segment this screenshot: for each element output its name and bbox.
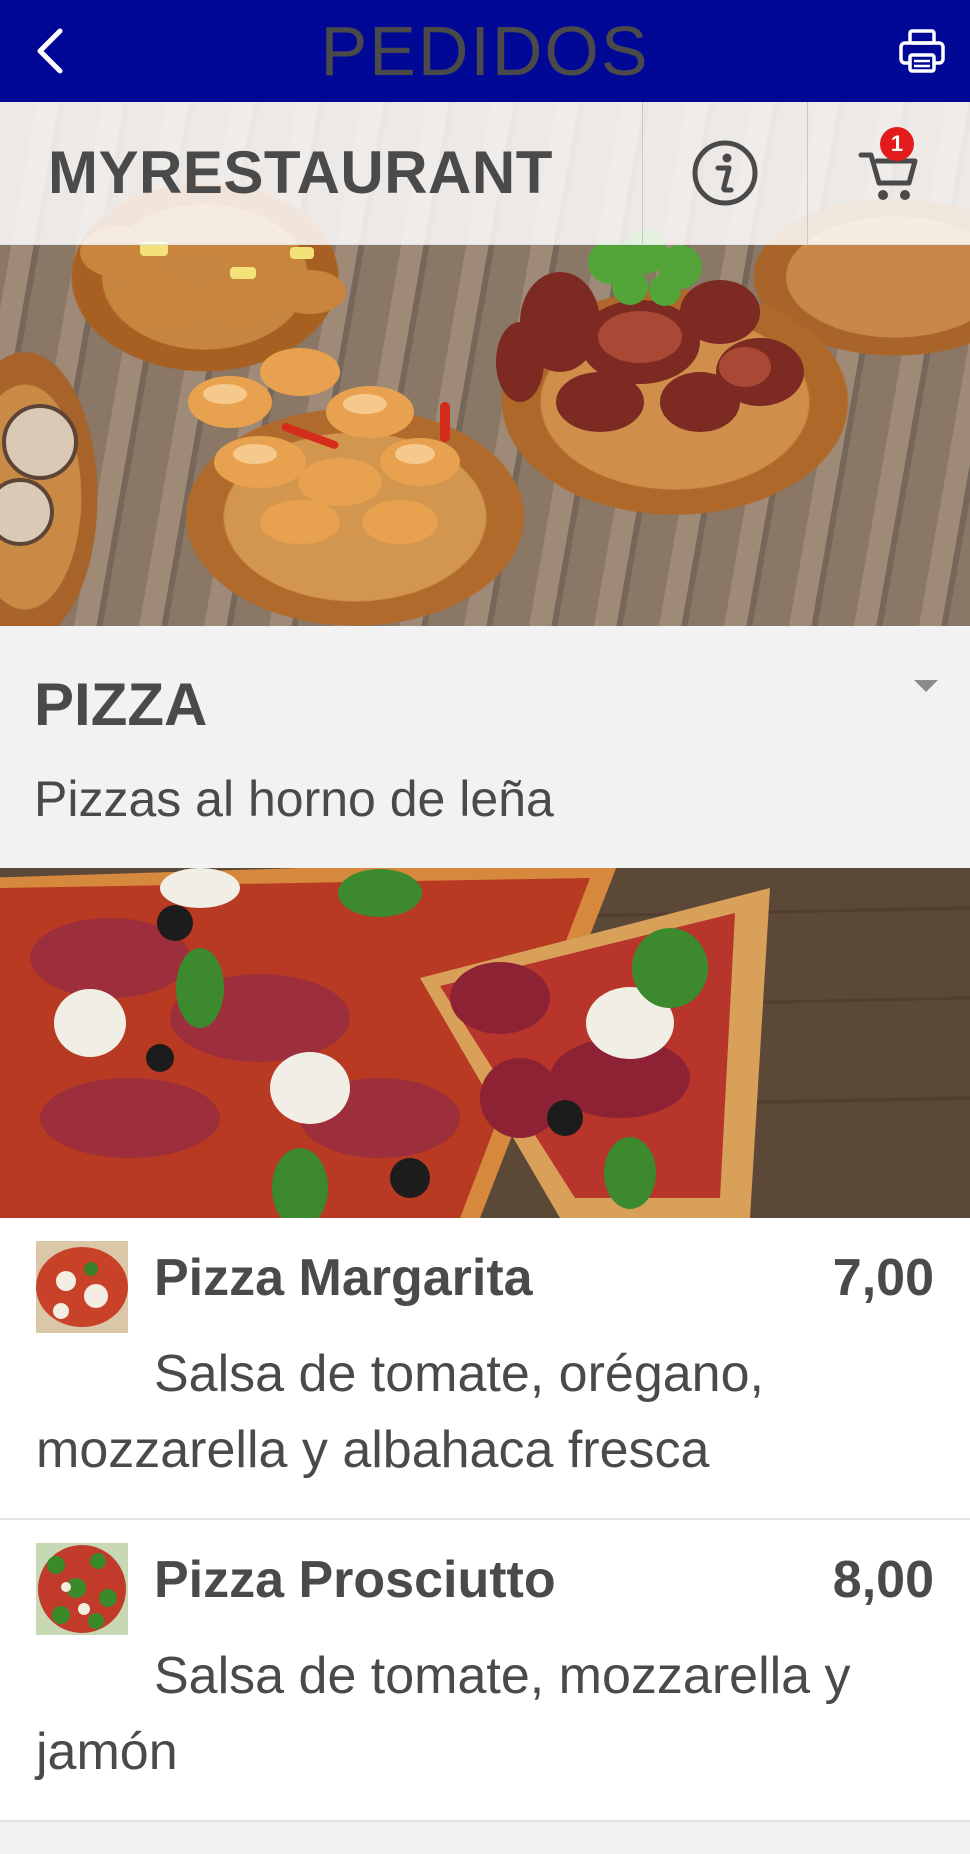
menu-item-price: 8,00	[832, 1551, 934, 1609]
menu-item-name: Pizza Prosciutto	[154, 1551, 556, 1609]
menu-item-description: Salsa de tomate, mozzarella y jamón	[36, 1647, 851, 1781]
menu-item-thumbnail	[36, 1543, 128, 1635]
pizza-illustration	[0, 868, 970, 1218]
menu-item-thumbnail	[36, 1241, 128, 1333]
category-banner-image	[0, 868, 970, 1218]
category-title: PIZZA	[34, 671, 208, 738]
menu-item-name: Pizza Margarita	[154, 1249, 533, 1307]
print-button[interactable]	[890, 18, 954, 84]
restaurant-name: MYRESTAURANT	[48, 139, 553, 206]
printer-icon	[899, 29, 945, 73]
menu-item[interactable]: Pizza Prosciutto 8,00 Salsa de tomate, m…	[0, 1520, 970, 1822]
cart-button[interactable]	[808, 102, 970, 244]
caret-down-icon[interactable]	[914, 680, 938, 692]
category-header[interactable]	[0, 626, 970, 868]
menu-item-description: Salsa de tomate, orégano, mozzarella y a…	[36, 1345, 764, 1479]
page-title: PEDIDOS	[320, 12, 650, 90]
info-button[interactable]	[643, 102, 807, 244]
info-icon	[692, 140, 758, 206]
menu-item-price: 7,00	[832, 1249, 934, 1307]
menu-item[interactable]: Pizza Margarita 7,00 Salsa de tomate, or…	[0, 1218, 970, 1520]
cart-count-badge: 1	[880, 127, 914, 161]
category-subtitle: Pizzas al horno de leña	[34, 771, 554, 827]
